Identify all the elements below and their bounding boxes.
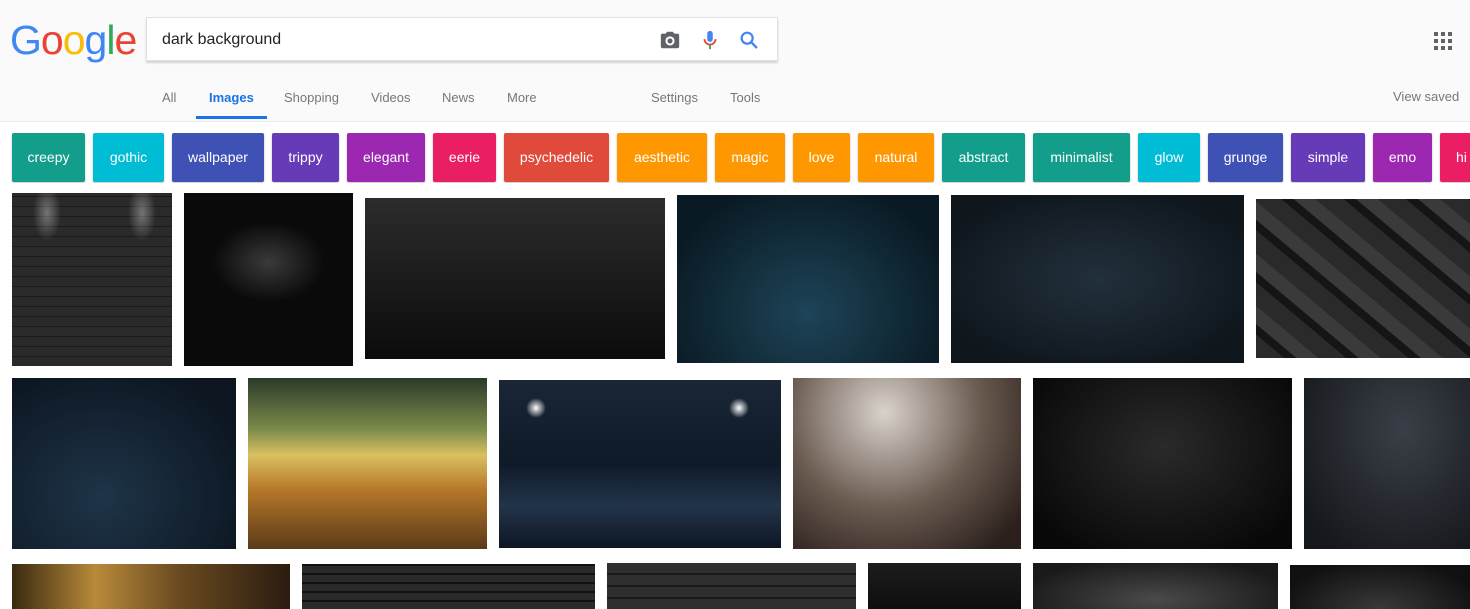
image-result[interactable]	[248, 378, 487, 549]
chip-magic[interactable]: magic	[715, 133, 785, 182]
related-search-chips: creepy gothic wallpaper trippy elegant e…	[0, 133, 1470, 183]
image-result[interactable]	[1290, 565, 1470, 609]
chip-aesthetic[interactable]: aesthetic	[617, 133, 707, 182]
image-result[interactable]	[302, 564, 595, 609]
chip-trippy[interactable]: trippy	[272, 133, 339, 182]
image-result[interactable]	[12, 193, 172, 366]
chip-elegant[interactable]: elegant	[347, 133, 425, 182]
image-result[interactable]	[365, 198, 665, 359]
chip-grunge[interactable]: grunge	[1208, 133, 1283, 182]
tab-news[interactable]: News	[442, 90, 475, 119]
chip-glow[interactable]: glow	[1138, 133, 1200, 182]
camera-icon[interactable]	[659, 29, 681, 51]
search-box	[146, 17, 778, 61]
apps-grid-icon[interactable]	[1434, 32, 1452, 50]
tab-images[interactable]: Images	[196, 90, 267, 119]
chip-natural[interactable]: natural	[858, 133, 934, 182]
logo-letter-6: e	[114, 17, 137, 63]
image-result[interactable]	[12, 378, 236, 549]
logo-letter-2: o	[40, 17, 64, 63]
image-result[interactable]	[1033, 563, 1278, 609]
tab-more[interactable]: More	[507, 90, 537, 119]
view-saved-link[interactable]: View saved	[1393, 89, 1459, 104]
chip-minimalist[interactable]: minimalist	[1033, 133, 1130, 182]
search-tabs: All Images Shopping Videos News More Set…	[0, 90, 1470, 121]
chip-gothic[interactable]: gothic	[93, 133, 164, 182]
chip-wallpaper[interactable]: wallpaper	[172, 133, 264, 182]
tab-settings[interactable]: Settings	[651, 90, 698, 119]
image-result[interactable]	[607, 563, 856, 609]
tab-all[interactable]: All	[162, 90, 176, 119]
image-result[interactable]	[1033, 378, 1292, 549]
logo-letter-1: G	[10, 17, 42, 63]
image-result[interactable]	[868, 563, 1021, 609]
chip-creepy[interactable]: creepy	[12, 133, 85, 182]
logo-letter-3: o	[62, 17, 86, 63]
image-result[interactable]	[677, 195, 939, 363]
search-icon[interactable]	[738, 29, 760, 51]
header: Google All Images Shopping Videos News M…	[0, 0, 1470, 122]
logo-letter-4: g	[84, 17, 108, 63]
microphone-icon[interactable]	[699, 29, 721, 51]
image-result[interactable]	[1304, 378, 1470, 549]
tab-shopping[interactable]: Shopping	[284, 90, 339, 119]
chip-simple[interactable]: simple	[1291, 133, 1365, 182]
image-result[interactable]	[793, 378, 1021, 549]
image-result[interactable]	[1256, 199, 1470, 358]
google-logo[interactable]: Google	[10, 17, 137, 63]
image-result[interactable]	[184, 193, 353, 366]
chip-emo[interactable]: emo	[1373, 133, 1432, 182]
chip-partial[interactable]: hi	[1440, 133, 1470, 182]
chip-eerie[interactable]: eerie	[433, 133, 496, 182]
search-input[interactable]	[162, 29, 642, 51]
image-result[interactable]	[951, 195, 1244, 363]
chip-abstract[interactable]: abstract	[942, 133, 1025, 182]
tab-videos[interactable]: Videos	[371, 90, 411, 119]
chip-love[interactable]: love	[793, 133, 850, 182]
tab-tools[interactable]: Tools	[730, 90, 760, 119]
chip-psychedelic[interactable]: psychedelic	[504, 133, 609, 182]
image-result[interactable]	[12, 564, 290, 609]
image-result[interactable]	[499, 380, 781, 548]
